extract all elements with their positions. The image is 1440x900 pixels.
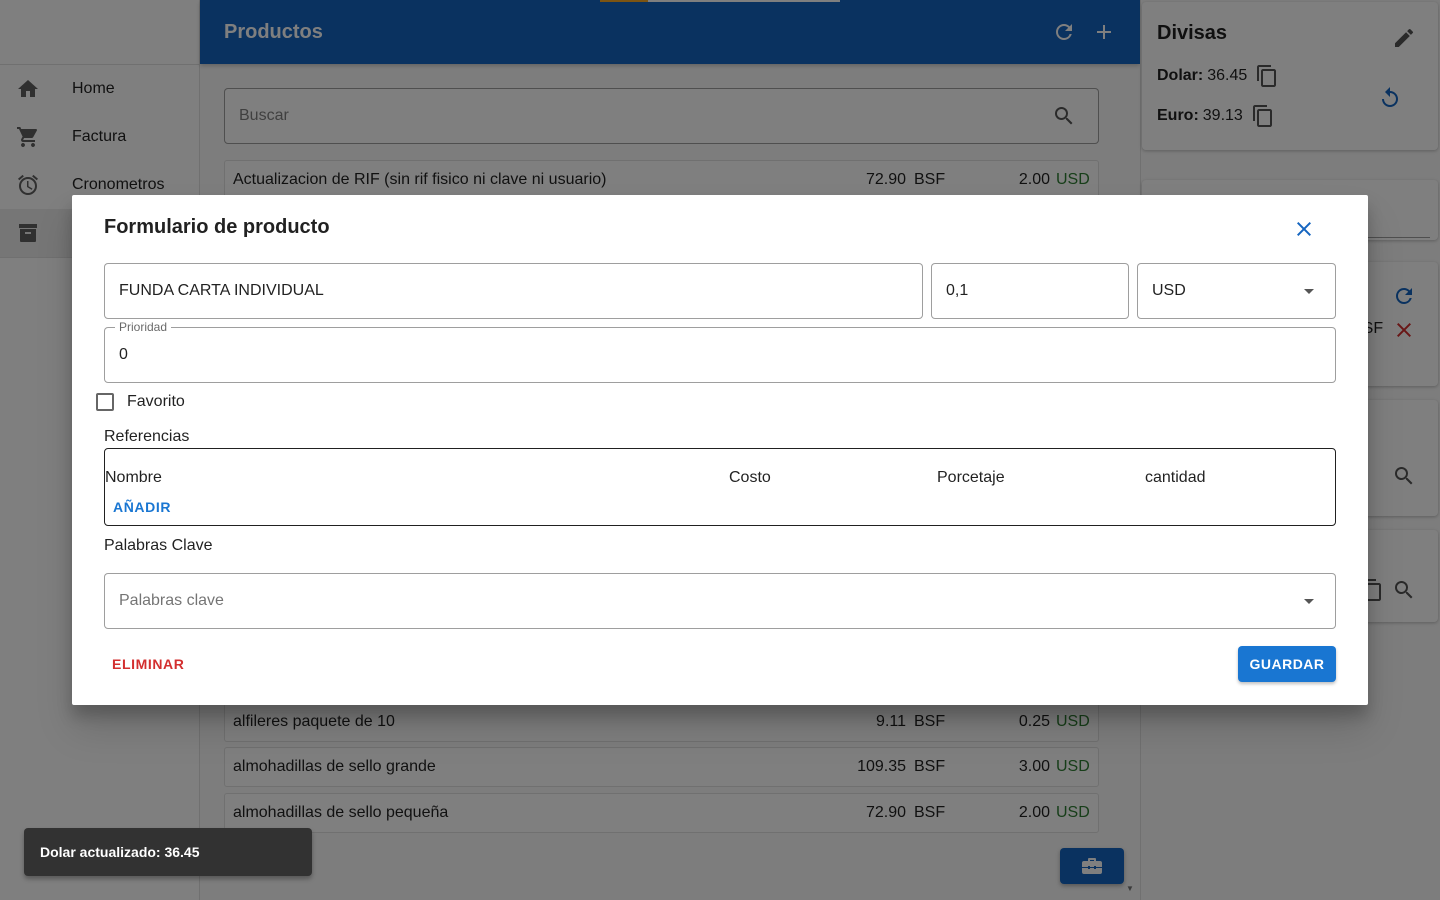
close-icon[interactable] [1292,217,1316,241]
column-header: Porcetaje [937,469,1005,486]
delete-button[interactable]: ELIMINAR [112,656,184,672]
chevron-down-icon [1297,279,1321,303]
favorite-label: Favorito [127,393,185,410]
keywords-label: Palabras Clave [104,537,213,554]
price-field[interactable] [931,263,1129,319]
favorite-checkbox[interactable] [96,393,114,411]
product-form-dialog: Formulario de producto USD Prioridad Fav… [72,195,1368,705]
product-name-input[interactable] [119,282,908,300]
priority-input[interactable] [119,346,1321,364]
currency-select[interactable]: USD [1137,263,1336,319]
favorite-checkbox-row[interactable]: Favorito [96,393,185,411]
snackbar-text: Dolar actualizado: 36.45 [40,844,200,860]
chevron-down-icon [1297,589,1321,613]
priority-label: Prioridad [115,320,172,334]
snackbar: Dolar actualizado: 36.45 [24,828,312,876]
references-label: Referencias [104,428,190,445]
product-name-field[interactable] [104,263,923,319]
save-button[interactable]: GUARDAR [1238,646,1336,682]
keywords-select[interactable] [104,573,1336,629]
currency-select-value: USD [1152,282,1186,299]
column-header: cantidad [1145,469,1206,486]
keywords-input[interactable] [119,592,1297,610]
price-input[interactable] [946,282,1114,300]
dialog-title: Formulario de producto [104,216,330,238]
column-header: Nombre [105,469,162,486]
references-table: Nombre Costo Porcetaje cantidad AÑADIR [104,448,1336,526]
column-header: Costo [729,469,771,486]
priority-field[interactable]: Prioridad [104,320,1336,383]
add-reference-button[interactable]: AÑADIR [113,499,171,515]
